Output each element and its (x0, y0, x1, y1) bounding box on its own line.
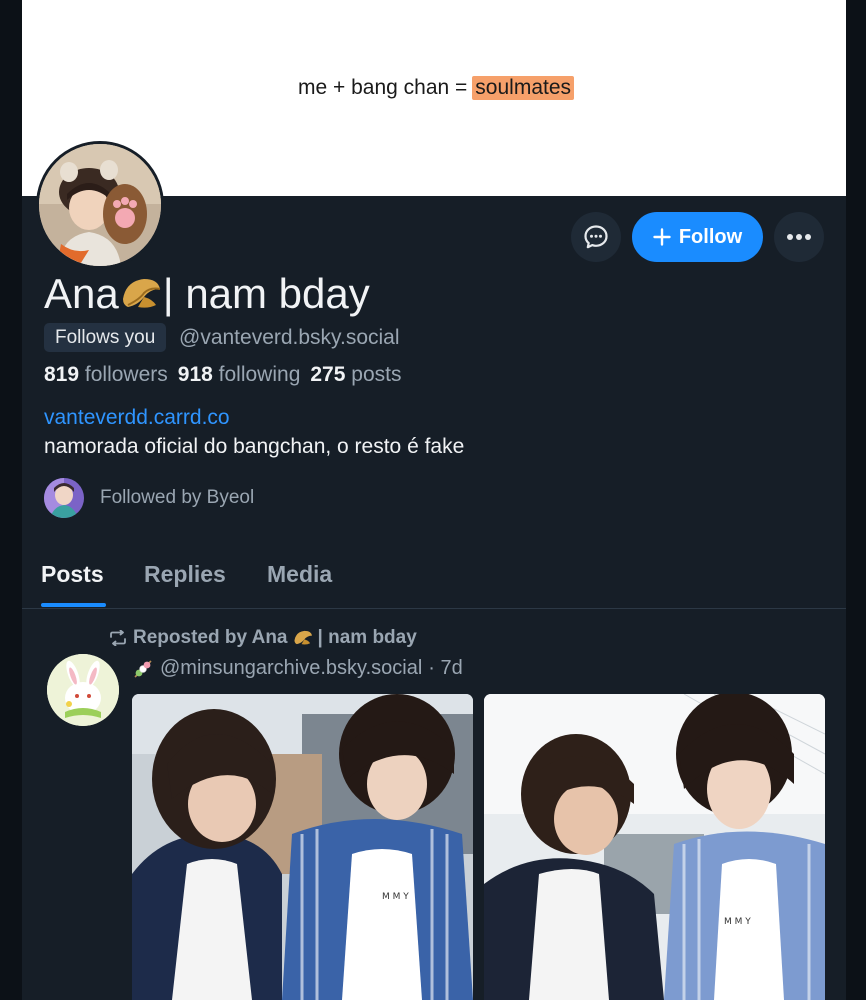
left-frame (0, 0, 22, 1000)
profile-handle: @vanteverd.bsky.social (179, 326, 400, 349)
profile-avatar[interactable] (36, 141, 164, 269)
follow-button[interactable]: Follow (632, 212, 763, 262)
profile-bio: namorada oficial do bangchan, o resto é … (44, 435, 465, 458)
following-count: 918 (177, 363, 213, 386)
avatar-image (39, 144, 161, 266)
profile-stats: 819 followers 918 following 275 posts (44, 363, 401, 387)
followers-label: followers (84, 363, 168, 386)
tab-media[interactable]: Media (267, 561, 332, 588)
chat-bubble-icon (584, 225, 608, 249)
followed-by-avatar[interactable] (44, 478, 84, 518)
post-image-2-content: M M Y (484, 694, 825, 1000)
ellipsis-icon (787, 234, 811, 240)
post-author-handle[interactable]: @minsungarchive.bsky.social (160, 657, 422, 680)
post-author-avatar[interactable] (47, 654, 119, 726)
banner-text: me + bang chan = soulmates (298, 76, 575, 100)
active-tab-indicator (41, 603, 106, 607)
banner-highlight: soulmates (472, 76, 575, 100)
tab-replies[interactable]: Replies (144, 561, 226, 588)
profile-page: me + bang chan = soulmates Follow Ana | … (22, 0, 846, 1000)
post-image-1-content: M M Y (132, 694, 473, 1000)
svg-text:M M Y: M M Y (724, 917, 751, 927)
repost-icon (110, 630, 126, 646)
post-meta: @minsungarchive.bsky.social · 7d (132, 657, 463, 680)
follow-button-label: Follow (678, 225, 743, 248)
post-time[interactable]: · 7d (428, 657, 462, 680)
posts-label: posts (351, 363, 402, 386)
followers-stat[interactable]: 819 followers (44, 363, 168, 387)
more-options-button[interactable] (774, 212, 824, 262)
post-image-2[interactable]: M M Y (484, 694, 825, 1000)
followed-by-text[interactable]: Followed by Byeol (100, 487, 254, 509)
follows-you-badge: Follows you (44, 323, 167, 352)
plus-icon (653, 228, 671, 246)
posts-count: 275 (310, 363, 346, 386)
dango-icon (134, 659, 152, 678)
tab-posts[interactable]: Posts (41, 561, 104, 588)
fortune-cookie-icon (122, 279, 160, 308)
tabs-divider (22, 608, 846, 609)
following-label: following (218, 363, 301, 386)
repost-indicator[interactable]: Reposted by Ana | nam bday (108, 627, 417, 649)
repost-label-suffix: | nam bday (317, 627, 417, 648)
svg-text:M M Y: M M Y (382, 892, 409, 902)
posts-stat: 275 posts (310, 363, 401, 387)
profile-link[interactable]: vanteverdd.carrd.co (44, 406, 230, 430)
followed-by-avatar-image (44, 478, 84, 518)
fortune-cookie-icon (293, 630, 312, 645)
display-name: Ana | nam bday (44, 270, 370, 318)
post-image-1[interactable]: M M Y (132, 694, 473, 1000)
post-author-avatar-image (47, 654, 119, 726)
followers-count: 819 (44, 363, 80, 386)
display-name-part2: | nam bday (162, 270, 370, 317)
repost-label: Reposted by Ana (133, 627, 288, 648)
banner-text-prefix: me + bang chan = (298, 76, 468, 99)
display-name-part1: Ana (44, 270, 119, 317)
right-frame (846, 0, 866, 1000)
message-button[interactable] (571, 212, 621, 262)
following-stat[interactable]: 918 following (178, 363, 301, 387)
